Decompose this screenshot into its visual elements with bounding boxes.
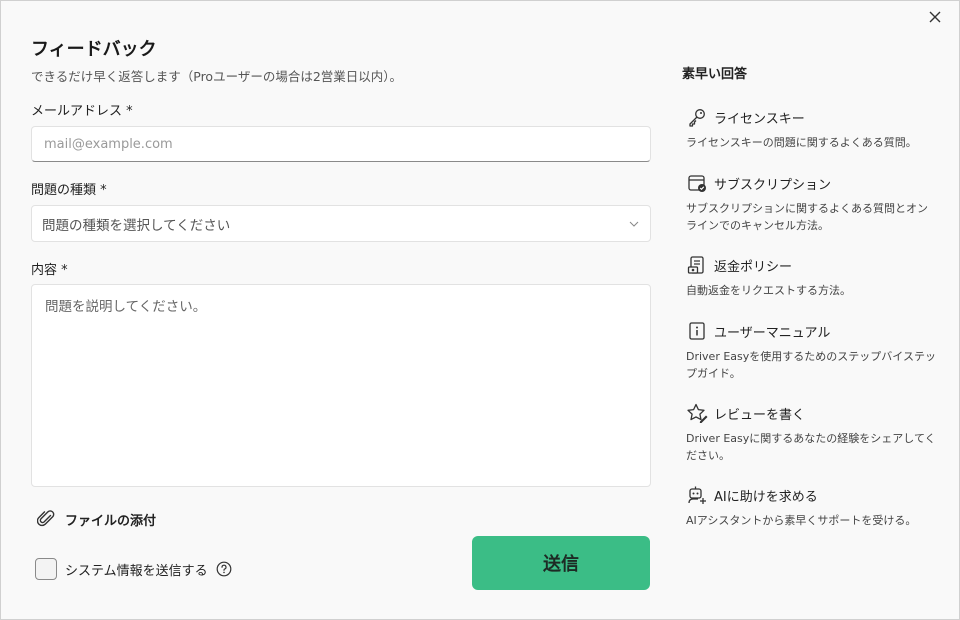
star-pen-icon (686, 402, 708, 424)
quick-answer-desc: AIアシスタントから素早くサポートを受ける。 (686, 514, 917, 527)
quick-answer-ai: AIに助けを求める AIアシスタントから素早くサポートを受ける。 (686, 484, 936, 529)
quick-answer-label: ユーザーマニュアル (714, 325, 831, 341)
content-field-container (31, 284, 651, 487)
chevron-down-icon (628, 218, 640, 230)
dialog-subtitle: できるだけ早く返答します（Proユーザーの場合は2営業日以内）。 (31, 69, 403, 84)
issue-type-selected: 問題の種類を選択してください (42, 217, 231, 234)
quick-answer-license-key-link[interactable]: ライセンスキー (686, 106, 936, 128)
attach-file-label: ファイルの添付 (65, 513, 157, 529)
help-icon[interactable] (216, 561, 232, 577)
quick-answer-subscription: サブスクリプション サブスクリプションに関するよくある質問とオンラインでのキャン… (686, 172, 936, 234)
quick-answer-label: サブスクリプション (714, 177, 832, 193)
sysinfo-checkbox[interactable] (35, 558, 57, 580)
quick-answer-manual: ユーザーマニュアル Driver Easyを使用するためのステップバイステップガ… (686, 320, 936, 382)
quick-answer-desc: 自動返金をリクエストする方法。 (686, 284, 851, 297)
quick-answer-label: AIに助けを求める (714, 489, 818, 505)
quick-answer-license-key: ライセンスキー ライセンスキーの問題に関するよくある質問。 (686, 106, 936, 151)
quick-answer-label: レビューを書く (714, 407, 806, 423)
quick-answer-manual-link[interactable]: ユーザーマニュアル (686, 320, 936, 342)
subscription-icon (686, 172, 708, 194)
quick-answer-subscription-link[interactable]: サブスクリプション (686, 172, 936, 194)
email-label: メールアドレス * (31, 104, 133, 119)
feedback-dialog: フィードバック できるだけ早く返答します（Proユーザーの場合は2営業日以内）。… (0, 0, 960, 620)
email-field-container (31, 126, 651, 162)
attach-file-button[interactable]: ファイルの添付 (37, 509, 156, 529)
close-button[interactable] (925, 7, 945, 27)
quick-answer-desc: ライセンスキーの問題に関するよくある質問。 (686, 136, 917, 149)
quick-answers-title: 素早い回答 (682, 67, 748, 82)
quick-answer-review-link[interactable]: レビューを書く (686, 402, 936, 424)
quick-answer-refund: 返金ポリシー 自動返金をリクエストする方法。 (686, 254, 936, 299)
submit-button[interactable]: 送信 (472, 536, 650, 590)
ai-robot-icon (686, 484, 708, 506)
manual-icon (686, 320, 708, 342)
quick-answer-ai-link[interactable]: AIに助けを求める (686, 484, 936, 506)
email-field[interactable] (32, 127, 650, 161)
close-icon (929, 11, 941, 23)
paperclip-icon (37, 510, 55, 527)
quick-answer-refund-link[interactable]: 返金ポリシー (686, 254, 936, 276)
quick-answer-label: ライセンスキー (714, 111, 805, 127)
quick-answer-review: レビューを書く Driver Easyに関するあなたの経験をシェアしてください。 (686, 402, 936, 464)
key-icon (686, 106, 708, 128)
quick-answer-label: 返金ポリシー (714, 259, 793, 275)
issue-type-label: 問題の種類 * (31, 183, 107, 198)
quick-answer-desc: Driver Easyを使用するためのステップバイステップガイド。 (686, 350, 936, 380)
content-label: 内容 * (31, 263, 68, 278)
sysinfo-row: システム情報を送信する (35, 558, 232, 580)
quick-answer-desc: サブスクリプションに関するよくある質問とオンラインでのキャンセル方法。 (686, 202, 928, 232)
issue-type-select[interactable]: 問題の種類を選択してください (31, 205, 651, 242)
refund-icon (686, 254, 708, 276)
quick-answer-desc: Driver Easyに関するあなたの経験をシェアしてください。 (686, 432, 936, 462)
content-textarea[interactable] (32, 285, 650, 486)
sysinfo-label: システム情報を送信する (65, 563, 208, 579)
dialog-title: フィードバック (31, 39, 157, 60)
